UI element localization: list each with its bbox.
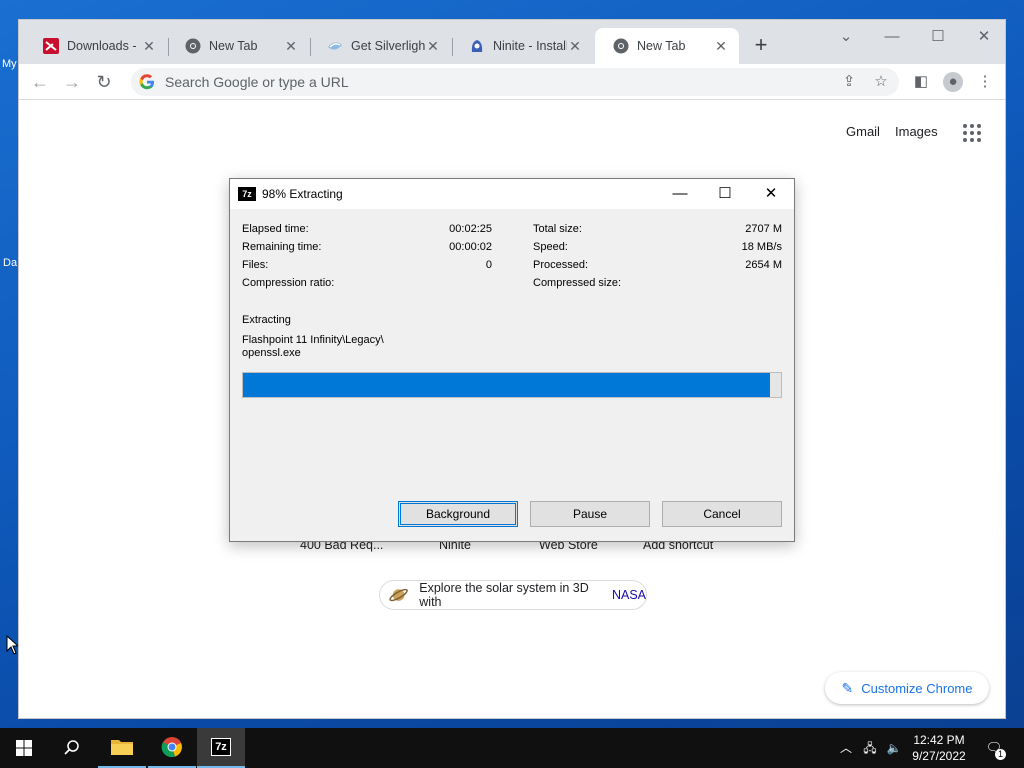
promo-text: Explore the solar system in 3D with	[419, 581, 589, 609]
close-tab-icon[interactable]: ✕	[425, 38, 441, 55]
side-panel-icon[interactable]: ◧	[911, 72, 931, 92]
tab-search-icon[interactable]: ⌄	[835, 26, 857, 48]
dialog-close-icon[interactable]: ✕	[757, 183, 785, 205]
tab-title: New Tab	[209, 39, 258, 53]
google-apps-icon[interactable]	[963, 124, 981, 142]
tab-downloads[interactable]: Downloads - E ✕	[25, 28, 167, 64]
gmail-link[interactable]: Gmail	[846, 124, 880, 139]
images-link[interactable]: Images	[895, 124, 938, 139]
files-label: Files:	[242, 259, 269, 271]
customize-chrome-label: Customize Chrome	[861, 680, 973, 696]
new-tab-button[interactable]: +	[749, 34, 773, 58]
browser-toolbar: ← → ↻ ⇪ ☆ ◧ ● ⋮	[19, 64, 1005, 100]
tab-title: Downloads - E	[67, 39, 141, 53]
doodle-promo[interactable]: Explore the solar system in 3D with NASA	[379, 580, 647, 610]
dialog-title: 98% Extracting	[262, 187, 343, 201]
tab-get-silverlight[interactable]: Get Silverlight ✕	[309, 28, 451, 64]
processed-label: Processed:	[533, 259, 589, 271]
downloads-favicon-icon	[43, 38, 59, 54]
windows-start-icon	[16, 740, 32, 756]
menu-kebab-icon[interactable]: ⋮	[975, 72, 995, 92]
compressed-size-label: Compressed size:	[533, 277, 622, 289]
remaining-time-value: 00:00:02	[449, 241, 492, 253]
volume-icon[interactable]: 🔈	[886, 740, 902, 756]
desktop-icon-label[interactable]: Da	[3, 257, 17, 269]
profile-avatar-icon[interactable]: ●	[943, 72, 963, 92]
tab-title: New Tab	[637, 39, 686, 53]
clock[interactable]: 12:42 PM 9/27/2022	[908, 732, 970, 764]
clock-time: 12:42 PM	[913, 733, 965, 747]
operation-label: Extracting	[242, 314, 291, 326]
planet-icon	[389, 588, 408, 602]
taskbar-file-explorer[interactable]	[98, 728, 146, 768]
show-hidden-icons-icon[interactable]: ︿	[838, 740, 854, 756]
back-icon[interactable]: ←	[28, 70, 52, 94]
silverlight-favicon-icon	[328, 42, 342, 50]
speed-value: 18 MB/s	[741, 241, 782, 253]
tab-title: Ninite - Install	[493, 39, 567, 53]
7zip-app-icon: 7z	[238, 187, 256, 201]
google-icon	[139, 74, 154, 90]
speed-label: Speed:	[533, 241, 568, 253]
remaining-time-label: Remaining time:	[242, 241, 322, 253]
taskbar-search-button[interactable]	[48, 728, 96, 768]
omnibox[interactable]	[131, 68, 899, 96]
tab-strip: Downloads - E ✕ New Tab ✕ Get Silverligh…	[19, 20, 1005, 64]
chrome-favicon-icon	[613, 38, 629, 54]
notification-count-badge: 1	[995, 749, 1006, 760]
clock-date: 9/27/2022	[912, 749, 966, 763]
taskbar: 7z ︿ 🖧 🔈 12:42 PM 9/27/2022 🗨 1	[0, 728, 1024, 768]
bookmark-star-icon[interactable]: ☆	[871, 72, 891, 92]
close-tab-icon[interactable]: ✕	[141, 38, 157, 55]
dialog-titlebar[interactable]: 7z 98% Extracting	[230, 179, 794, 209]
current-file-path: Flashpoint 11 Infinity\Legacy\	[242, 334, 384, 346]
desktop-icon-label[interactable]: My	[2, 58, 17, 70]
tab-new-tab[interactable]: New Tab ✕	[167, 28, 309, 64]
customize-chrome-button[interactable]: ✎ Customize Chrome	[825, 672, 989, 704]
cancel-button[interactable]: Cancel	[662, 501, 782, 527]
action-center-icon[interactable]: 🗨 1	[984, 738, 1006, 760]
chrome-icon	[161, 737, 182, 758]
dialog-maximize-icon[interactable]: ☐	[711, 183, 739, 205]
total-size-value: 2707 M	[745, 223, 782, 235]
network-icon[interactable]: 🖧	[862, 740, 878, 756]
pencil-icon: ✎	[841, 679, 854, 696]
reload-icon[interactable]: ↻	[92, 70, 116, 94]
tab-ninite[interactable]: Ninite - Install ✕	[451, 28, 593, 64]
processed-value: 2654 M	[745, 259, 782, 271]
minimize-icon[interactable]: —	[881, 26, 903, 48]
close-tab-icon[interactable]: ✕	[283, 38, 299, 55]
elapsed-time-label: Elapsed time:	[242, 223, 309, 235]
omnibox-input[interactable]	[165, 74, 765, 90]
progress-bar-fill	[243, 373, 771, 397]
compression-ratio-label: Compression ratio:	[242, 277, 335, 289]
pause-button[interactable]: Pause	[530, 501, 650, 527]
current-file-name: openssl.exe	[242, 347, 301, 359]
files-value: 0	[485, 259, 492, 271]
ninite-favicon-icon	[471, 40, 483, 52]
share-icon[interactable]: ⇪	[839, 72, 859, 92]
dialog-minimize-icon[interactable]: —	[666, 183, 694, 205]
maximize-icon[interactable]: ☐	[927, 26, 949, 48]
file-explorer-icon	[111, 740, 133, 755]
forward-icon[interactable]: →	[60, 70, 84, 94]
background-button[interactable]: Background	[398, 501, 518, 527]
extraction-dialog: 7z 98% Extracting — ☐ ✕ Elapsed time: 00…	[229, 178, 795, 542]
tab-new-tab-active[interactable]: New Tab ✕	[595, 28, 739, 64]
taskbar-7zip[interactable]: 7z	[197, 728, 245, 768]
search-icon	[64, 740, 79, 755]
close-window-icon[interactable]: ✕	[973, 26, 995, 48]
elapsed-time-value: 00:02:25	[449, 223, 492, 235]
close-tab-icon[interactable]: ✕	[713, 38, 729, 55]
chrome-favicon-icon	[185, 38, 201, 54]
total-size-label: Total size:	[533, 223, 582, 235]
promo-link[interactable]: NASA	[612, 588, 646, 602]
progress-bar	[242, 372, 782, 398]
start-button[interactable]	[0, 728, 48, 768]
close-tab-icon[interactable]: ✕	[567, 38, 583, 55]
taskbar-chrome[interactable]	[148, 728, 196, 768]
7zip-icon: 7z	[211, 738, 231, 756]
tab-title: Get Silverlight	[351, 39, 425, 53]
